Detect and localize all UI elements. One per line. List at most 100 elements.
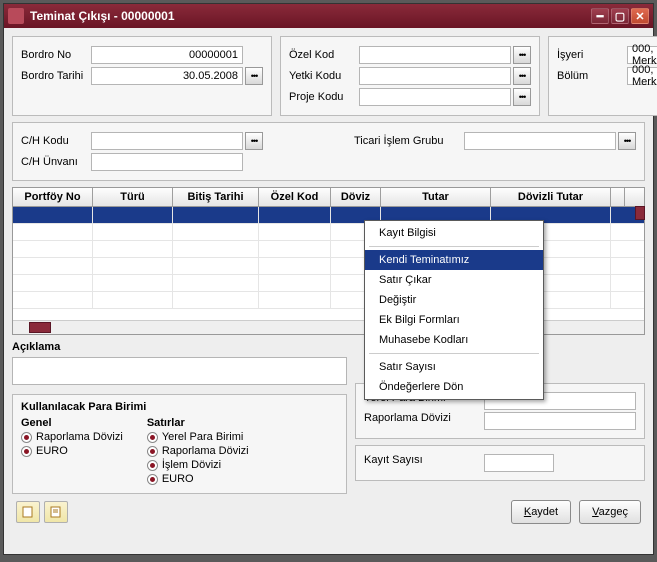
cancel-button[interactable]: Vazgeç <box>579 500 641 524</box>
bolum-label: Bölüm <box>557 70 627 82</box>
rapor-label: Raporlama Dövizi <box>364 412 484 430</box>
ch-unvani-input[interactable] <box>91 153 243 171</box>
bordro-tarihi-input[interactable] <box>91 67 243 85</box>
bottom-panels: Açıklama Kullanılacak Para Birimi Genel … <box>12 341 645 494</box>
grid-row[interactable] <box>13 292 644 309</box>
ticari-lookup-button[interactable]: ••• <box>618 132 636 150</box>
ozel-kod-label: Özel Kod <box>289 49 359 61</box>
grid-vertical-scroll-indicator[interactable] <box>635 206 645 220</box>
ticari-input[interactable] <box>464 132 616 150</box>
col-doviz[interactable]: Döviz <box>331 188 381 206</box>
ch-unvani-label: C/H Ünvanı <box>21 156 91 168</box>
ctx-degistir[interactable]: Değiştir <box>365 290 543 310</box>
date-picker-button[interactable]: ••• <box>245 67 263 85</box>
bordro-no-input[interactable] <box>91 46 243 64</box>
isyeri-label: İşyeri <box>557 49 627 61</box>
yetki-kodu-input[interactable] <box>359 67 511 85</box>
radio-satir-yerel[interactable]: Yerel Para Birimi <box>147 431 249 443</box>
isyeri-combo[interactable]: 000, Merkez <box>627 46 657 64</box>
toolbar-icon-2[interactable] <box>44 501 68 523</box>
radio-genel-euro[interactable]: EURO <box>21 445 123 457</box>
grid-row-selected[interactable] <box>13 207 644 224</box>
bordro-tarihi-label: Bordro Tarihi <box>21 70 91 82</box>
radio-icon <box>147 474 158 485</box>
ozel-kod-input[interactable] <box>359 46 511 64</box>
panel-ch: C/H Kodu ••• C/H Ünvanı Ticari İşlem Gru… <box>12 122 645 181</box>
grid-row[interactable] <box>13 258 644 275</box>
bolum-combo[interactable]: 000, Merkez <box>627 67 657 85</box>
col-dovizli-tutar[interactable]: Dövizli Tutar <box>491 188 611 206</box>
radio-icon <box>147 446 158 457</box>
grid-row[interactable] <box>13 224 644 241</box>
ctx-kayit-bilgisi[interactable]: Kayıt Bilgisi <box>365 223 543 243</box>
grid-row[interactable] <box>13 241 644 258</box>
top-panels: Bordro No Bordro Tarihi ••• Özel Kod ••• <box>12 36 645 116</box>
grid-horizontal-scrollbar[interactable] <box>13 320 644 334</box>
grid[interactable]: Portföy No Türü Bitiş Tarihi Özel Kod Dö… <box>12 187 645 335</box>
save-button[interactable]: Kaydet <box>511 500 571 524</box>
aciklama-label: Açıklama <box>12 341 347 353</box>
radio-icon <box>21 446 32 457</box>
document-icon <box>22 506 34 518</box>
radio-genel-raporlama[interactable]: Raporlama Dövizi <box>21 431 123 443</box>
ctx-muhasebe[interactable]: Muhasebe Kodları <box>365 330 543 350</box>
context-menu[interactable]: Kayıt Bilgisi Kendi Teminatımız Satır Çı… <box>364 220 544 400</box>
bordro-no-label: Bordro No <box>21 49 91 61</box>
ch-kodu-input[interactable] <box>91 132 243 150</box>
proje-kodu-input[interactable] <box>359 88 511 106</box>
bottom-left: Açıklama Kullanılacak Para Birimi Genel … <box>12 341 347 494</box>
ozel-kod-lookup-button[interactable]: ••• <box>513 46 531 64</box>
ctx-separator <box>369 246 539 247</box>
minimize-button[interactable]: ━ <box>591 8 609 24</box>
yetki-kodu-label: Yetki Kodu <box>289 70 359 82</box>
radio-satir-islem[interactable]: İşlem Dövizi <box>147 459 249 471</box>
rapor-input[interactable] <box>484 412 636 430</box>
panel-codes: Özel Kod ••• Yetki Kodu ••• Proje Kodu •… <box>280 36 540 116</box>
window-title: Teminat Çıkışı - 00000001 <box>30 9 589 23</box>
list-icon <box>50 506 62 518</box>
ctx-ondegerlere[interactable]: Öndeğerlere Dön <box>365 377 543 397</box>
grid-header: Portföy No Türü Bitiş Tarihi Özel Kod Dö… <box>13 188 644 207</box>
ch-kodu-label: C/H Kodu <box>21 135 91 147</box>
grid-wrapper: Portföy No Türü Bitiş Tarihi Özel Kod Dö… <box>12 187 645 335</box>
scrollbar-thumb[interactable] <box>29 322 51 333</box>
panel-org: İşyeri 000, Merkez Bölüm 000, Merkez <box>548 36 657 116</box>
genel-label: Genel <box>21 417 123 429</box>
grid-row[interactable] <box>13 275 644 292</box>
col-bitis-tarihi[interactable]: Bitiş Tarihi <box>173 188 259 206</box>
toolbar-icon-1[interactable] <box>16 501 40 523</box>
radio-satir-euro[interactable]: EURO <box>147 473 249 485</box>
aciklama-input[interactable] <box>12 357 347 385</box>
currency-panel: Kullanılacak Para Birimi Genel Raporlama… <box>12 394 347 494</box>
ticari-label: Ticari İşlem Grubu <box>354 135 464 147</box>
radio-satir-raporlama[interactable]: Raporlama Dövizi <box>147 445 249 457</box>
maximize-button[interactable]: ▢ <box>611 8 629 24</box>
radio-icon <box>21 432 32 443</box>
panel-bordro: Bordro No Bordro Tarihi ••• <box>12 36 272 116</box>
proje-kodu-label: Proje Kodu <box>289 91 359 103</box>
col-tutar[interactable]: Tutar <box>381 188 491 206</box>
col-turu[interactable]: Türü <box>93 188 173 206</box>
aciklama-group: Açıklama <box>12 341 347 388</box>
app-window: Teminat Çıkışı - 00000001 ━ ▢ ✕ Bordro N… <box>3 3 654 555</box>
close-button[interactable]: ✕ <box>631 8 649 24</box>
col-scroll-gap <box>611 188 625 206</box>
ctx-ek-bilgi[interactable]: Ek Bilgi Formları <box>365 310 543 330</box>
window-content: Bordro No Bordro Tarihi ••• Özel Kod ••• <box>4 28 653 554</box>
proje-kodu-lookup-button[interactable]: ••• <box>513 88 531 106</box>
ch-kodu-lookup-button[interactable]: ••• <box>245 132 263 150</box>
kayit-sayisi-label: Kayıt Sayısı <box>364 454 484 472</box>
col-ozel-kod[interactable]: Özel Kod <box>259 188 331 206</box>
satirlar-label: Satırlar <box>147 417 249 429</box>
ctx-satir-sayisi[interactable]: Satır Sayısı <box>365 357 543 377</box>
ctx-satir-cikar[interactable]: Satır Çıkar <box>365 270 543 290</box>
ctx-separator <box>369 353 539 354</box>
satirlar-group: Satırlar Yerel Para Birimi Raporlama Döv… <box>147 417 249 487</box>
grid-body[interactable] <box>13 207 644 320</box>
count-panel: Kayıt Sayısı <box>355 445 645 481</box>
kayit-sayisi-input[interactable] <box>484 454 554 472</box>
col-portfoy-no[interactable]: Portföy No <box>13 188 93 206</box>
yetki-kodu-lookup-button[interactable]: ••• <box>513 67 531 85</box>
ctx-kendi-teminatimiz[interactable]: Kendi Teminatımız <box>365 250 543 270</box>
footer: Kaydet Vazgeç <box>12 500 645 524</box>
